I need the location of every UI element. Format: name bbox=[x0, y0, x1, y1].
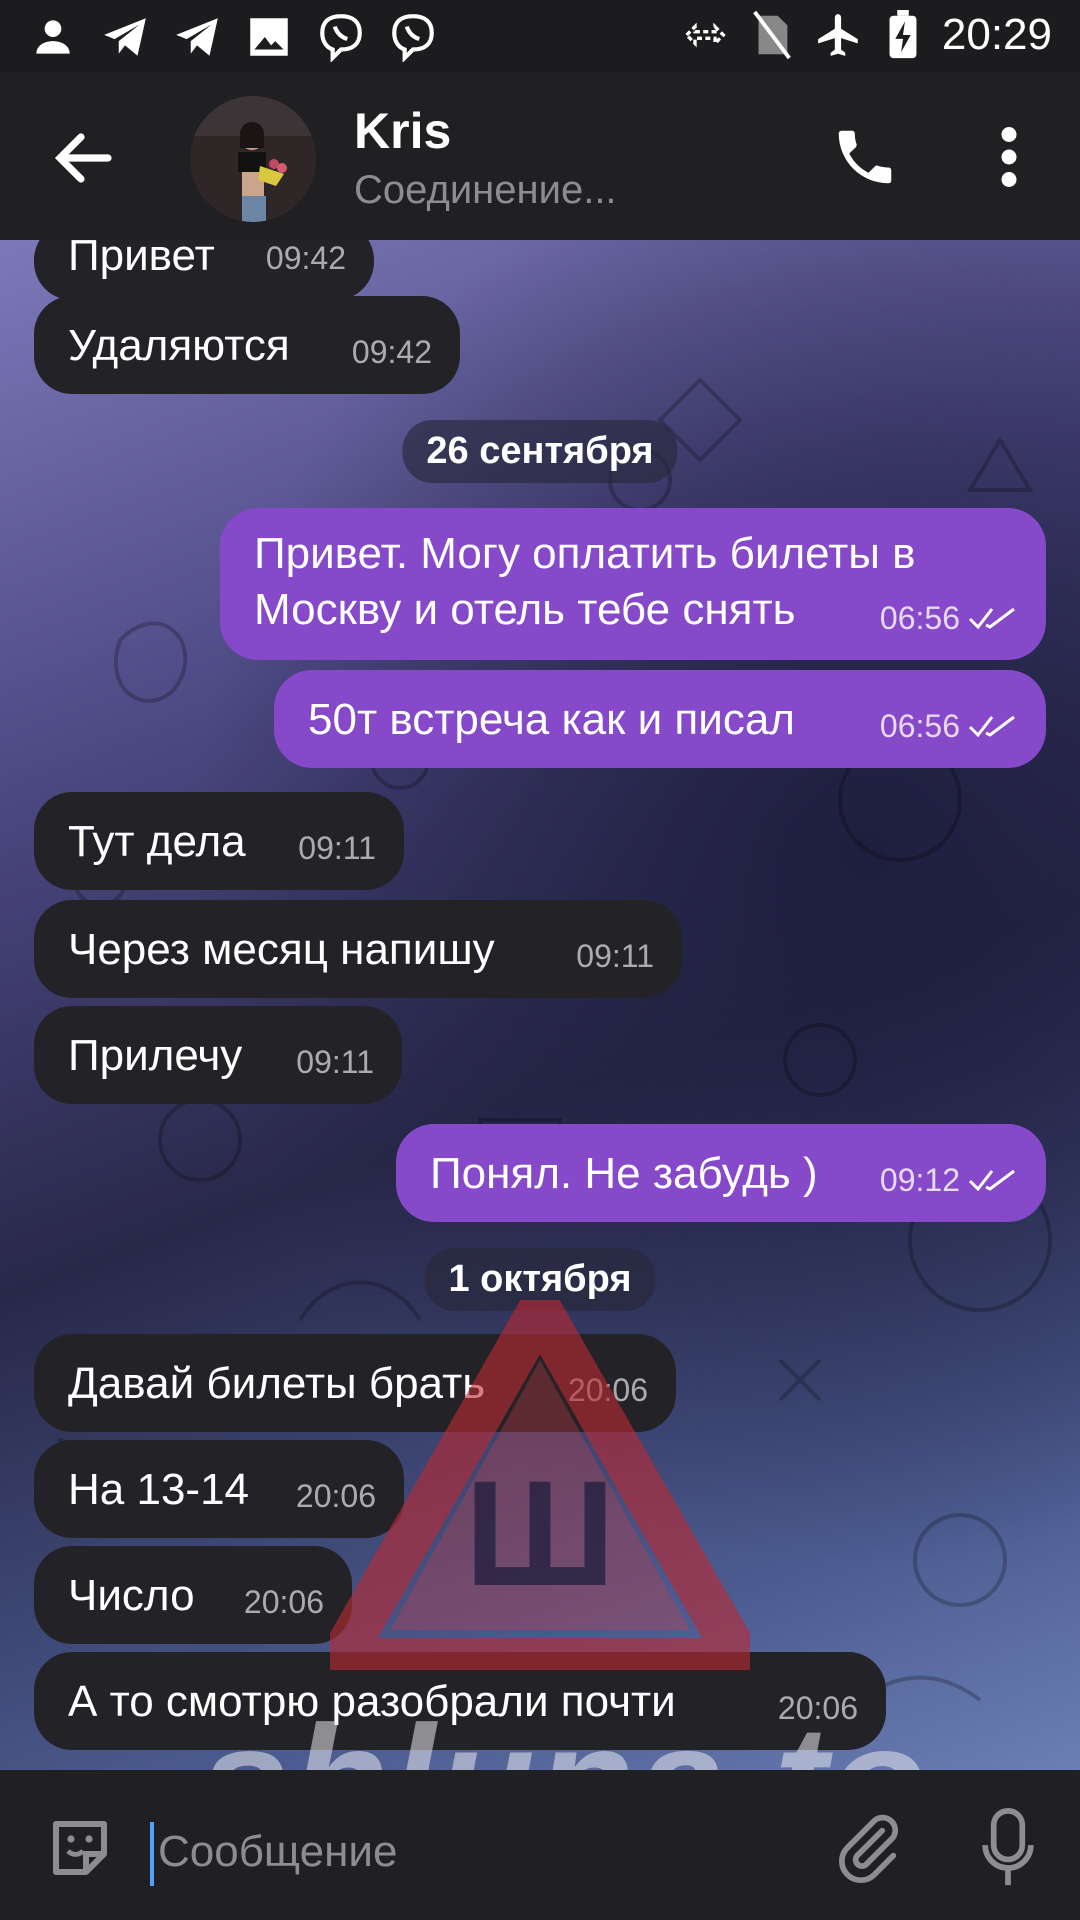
telegram-icon bbox=[176, 18, 218, 56]
battery-charging-icon bbox=[889, 10, 917, 59]
system-status: 20:29 bbox=[680, 10, 1052, 60]
viber-icon bbox=[320, 14, 362, 62]
clock: 20:29 bbox=[941, 10, 1052, 59]
double-check-icon bbox=[968, 607, 1015, 630]
data-sync-icon bbox=[684, 22, 726, 48]
message-incoming[interactable]: Тут дела 09:11 bbox=[34, 792, 404, 890]
message-incoming[interactable]: Число 20:06 bbox=[34, 1546, 352, 1644]
message-time: 20:06 bbox=[243, 1584, 324, 1620]
message-time: 09:42 bbox=[351, 334, 432, 370]
microphone-icon[interactable] bbox=[978, 1808, 1038, 1888]
message-text: Число bbox=[68, 1571, 195, 1620]
message-input[interactable] bbox=[156, 1814, 800, 1890]
message-incoming[interactable]: Привет 09:42 bbox=[34, 240, 374, 300]
viber-icon bbox=[392, 14, 434, 62]
message-text-line: Привет. Могу оплатить билеты в bbox=[254, 529, 916, 578]
airplane-mode-icon bbox=[818, 14, 858, 56]
watermark-logo: Ш bbox=[330, 1300, 750, 1670]
message-time: 09:11 bbox=[298, 830, 376, 866]
sticker-icon[interactable] bbox=[44, 1812, 116, 1884]
message-time: 09:11 bbox=[296, 1044, 374, 1080]
double-check-icon bbox=[968, 1169, 1015, 1192]
chat-header: Kris Соединение... bbox=[0, 72, 1080, 240]
double-check-icon bbox=[968, 715, 1015, 738]
message-time: 06:56 bbox=[880, 590, 1018, 646]
message-time: 09:12 bbox=[880, 1152, 1018, 1208]
person-icon bbox=[36, 20, 70, 54]
connection-status: Соединение... bbox=[354, 168, 617, 212]
avatar[interactable] bbox=[190, 96, 316, 222]
message-time: 06:56 bbox=[880, 698, 1018, 754]
telegram-icon bbox=[104, 18, 146, 56]
message-text: Привет bbox=[68, 240, 215, 280]
text-cursor bbox=[150, 1822, 154, 1886]
message-text: Через месяц напишу bbox=[68, 925, 495, 974]
message-composer bbox=[0, 1770, 1080, 1920]
attach-icon[interactable] bbox=[830, 1810, 906, 1886]
message-text: Тут дела bbox=[68, 817, 246, 866]
message-text: На 13-14 bbox=[68, 1465, 250, 1514]
image-icon bbox=[250, 18, 288, 56]
message-outgoing[interactable]: 50т встреча как и писал 06:56 bbox=[274, 670, 1046, 768]
message-incoming[interactable]: Удаляются 09:42 bbox=[34, 296, 460, 394]
message-text: 50т встреча как и писал bbox=[308, 695, 795, 744]
more-vert-icon[interactable] bbox=[984, 122, 1034, 192]
message-text: Понял. Не забудь ) bbox=[430, 1149, 818, 1198]
message-time: 09:11 bbox=[576, 938, 654, 974]
contact-name[interactable]: Kris bbox=[354, 102, 451, 160]
message-incoming[interactable]: Прилечу 09:11 bbox=[34, 1006, 402, 1104]
message-text: Удаляются bbox=[68, 321, 290, 370]
message-outgoing[interactable]: Привет. Могу оплатить билеты в Москву и … bbox=[220, 508, 1046, 660]
svg-text:Ш: Ш bbox=[465, 1449, 616, 1617]
status-bar: 20:29 bbox=[0, 0, 1080, 72]
message-time: 09:42 bbox=[265, 240, 346, 276]
no-sim-icon bbox=[753, 10, 791, 60]
message-outgoing[interactable]: Понял. Не забудь ) 09:12 bbox=[396, 1124, 1046, 1222]
message-text: Прилечу bbox=[68, 1031, 243, 1080]
date-separator: 26 сентября bbox=[402, 420, 678, 483]
message-incoming[interactable]: Через месяц напишу 09:11 bbox=[34, 900, 682, 998]
notification-icons bbox=[28, 12, 438, 62]
profile-photo bbox=[190, 96, 316, 222]
back-arrow-icon[interactable] bbox=[48, 122, 120, 194]
phone-icon[interactable] bbox=[830, 122, 900, 192]
